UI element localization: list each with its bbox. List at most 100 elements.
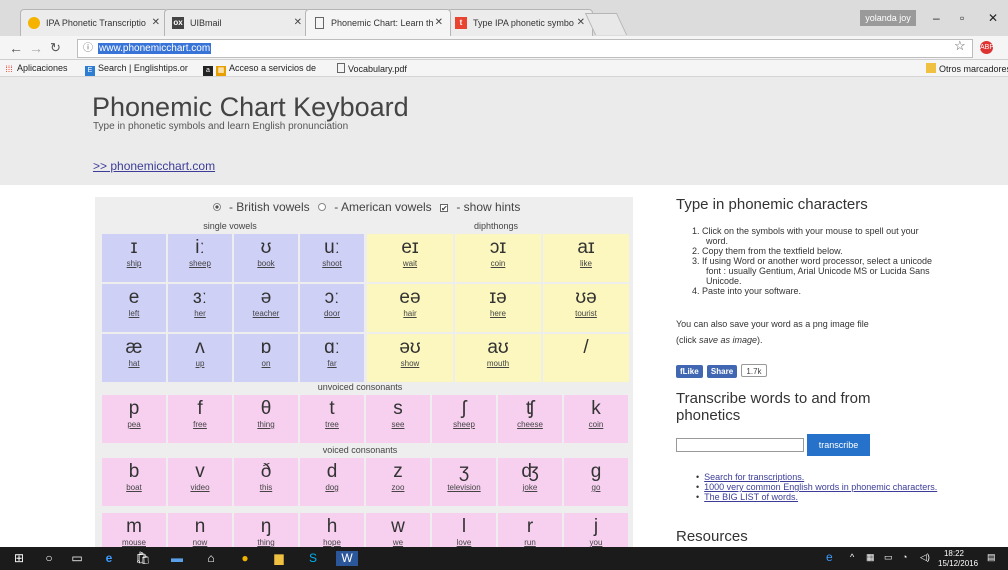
consonant-key[interactable]: r run [498,513,562,547]
consonant-key[interactable]: ŋ thing [234,513,298,547]
vowel-key[interactable]: ɪ ship [102,234,166,282]
consonant-key[interactable]: p pea [102,395,166,443]
transcribe-input[interactable] [676,438,804,452]
consonant-key[interactable]: ʒ television [432,458,496,506]
store-icon[interactable]: 🛍 [132,551,154,566]
british-radio[interactable] [212,203,221,211]
diphthong-key[interactable]: ɔɪ coin [455,234,541,282]
transcribe-button[interactable]: transcribe [807,434,870,456]
vowel-key[interactable]: ʊ book [234,234,298,282]
tab-phonemic-chart[interactable]: Phonemic Chart: Learn th ✕ [305,9,451,36]
tab-ipa-transcription[interactable]: IPA Phonetic Transcriptio ✕ [20,9,168,36]
bookmark-apps[interactable]: ⁞⁞⁞ Aplicaciones [4,63,67,74]
info-icon[interactable]: ⓘ [83,43,93,54]
vowel-key[interactable]: ə teacher [234,284,298,332]
american-radio[interactable] [317,203,326,211]
diphthong-key[interactable]: əʊ show [367,334,453,382]
battery-icon[interactable]: ▭ [884,552,893,563]
diphthong-key[interactable]: / [543,334,629,382]
diphthong-key[interactable]: aʊ mouth [455,334,541,382]
forward-icon[interactable]: → [29,40,43,56]
consonant-key[interactable]: l love [432,513,496,547]
vowel-key[interactable]: ɜː her [168,284,232,332]
minimize-icon[interactable]: – [933,11,940,25]
bookmark-acceso[interactable]: a ▦ Acceso a servicios de [203,63,316,76]
back-icon[interactable]: ← [9,40,23,56]
consonant-key[interactable]: j you [564,513,628,547]
consonant-key[interactable]: h hope [300,513,364,547]
close-icon[interactable]: ✕ [577,10,585,36]
close-icon[interactable]: ✕ [152,10,160,36]
profile-button[interactable]: yolanda joy [860,10,916,26]
vowel-key[interactable]: uː shoot [300,234,364,282]
vowel-key[interactable]: ɑː far [300,334,364,382]
extension-icon[interactable]: ABP [980,41,994,54]
facebook-share-button[interactable]: Share [706,365,738,378]
consonant-key[interactable]: k coin [564,395,628,443]
url-text[interactable]: www.phonemicchart.com [98,43,212,54]
edge-icon[interactable]: e [98,551,120,566]
vowel-key[interactable]: e left [102,284,166,332]
big-list-link[interactable]: The BIG LIST of words. [704,492,798,502]
diphthong-key[interactable]: eə hair [367,284,453,332]
volume-icon[interactable]: ◁) [920,552,930,563]
common-words-link[interactable]: 1000 very common English words in phonem… [704,482,937,492]
monitor-icon[interactable]: ▬ [166,551,188,566]
consonant-key[interactable]: f free [168,395,232,443]
network-icon[interactable]: ▦ [866,552,875,563]
diphthong-key[interactable]: ʊə tourist [543,284,629,332]
close-icon[interactable]: ✕ [294,10,302,36]
consonant-key[interactable]: n now [168,513,232,547]
bookmark-star-icon[interactable]: ☆ [954,38,966,54]
search-transcriptions-link[interactable]: Search for transcriptions. [704,472,804,482]
wifi-icon[interactable]: ◔ [902,552,907,562]
diphthong-key[interactable]: aɪ like [543,234,629,282]
home-link[interactable]: >> phonemicchart.com [93,159,215,173]
consonant-key[interactable]: w we [366,513,430,547]
home-icon[interactable]: ⌂ [200,551,222,566]
vowel-key[interactable]: ɔː door [300,284,364,332]
consonant-key[interactable]: g go [564,458,628,506]
consonant-key[interactable]: d dog [300,458,364,506]
consonant-key[interactable]: ʃ sheep [432,395,496,443]
word-icon[interactable]: W [336,551,358,566]
task-view-icon[interactable]: ▭ [68,551,86,566]
close-window-icon[interactable]: ✕ [988,11,998,25]
tab-uibmail[interactable]: ox UIBmail ✕ [164,9,310,36]
bookmark-vocabulary[interactable]: Vocabulary.pdf [337,63,407,74]
restore-icon[interactable]: ▫ [960,11,964,25]
reload-icon[interactable]: ↻ [50,40,61,56]
consonant-key[interactable]: ð this [234,458,298,506]
consonant-key[interactable]: t tree [300,395,364,443]
diphthong-key[interactable]: ɪə here [455,284,541,332]
diphthong-key[interactable]: eɪ wait [367,234,453,282]
close-icon[interactable]: ✕ [435,10,443,36]
clock[interactable]: 18:22 15/12/2016 [938,549,978,569]
ie-icon[interactable]: e [826,550,833,564]
tab-type-ipa[interactable]: t Type IPA phonetic symbo ✕ [447,9,593,36]
skype-icon[interactable]: S [302,551,324,566]
consonant-key[interactable]: m mouse [102,513,166,547]
consonant-key[interactable]: s see [366,395,430,443]
tray-arrow-icon[interactable]: ^ [850,552,854,562]
search-icon[interactable]: ○ [40,551,58,566]
notification-icon[interactable]: ▤ [987,552,996,563]
file-explorer-icon[interactable]: ▆ [268,551,290,566]
chrome-icon[interactable]: ● [234,551,256,566]
consonant-key[interactable]: v video [168,458,232,506]
vowel-key[interactable]: iː sheep [168,234,232,282]
vowel-key[interactable]: ɒ on [234,334,298,382]
facebook-like-button[interactable]: f Like [676,365,703,378]
consonant-key[interactable]: ʤ joke [498,458,562,506]
vowel-key[interactable]: ʌ up [168,334,232,382]
windows-start-icon[interactable]: ⊞ [10,551,28,566]
vowel-key[interactable]: æ hat [102,334,166,382]
bookmark-englishtips[interactable]: E Search | Englishtips.or [85,63,188,76]
consonant-key[interactable]: ʧ cheese [498,395,562,443]
consonant-key[interactable]: b boat [102,458,166,506]
bookmark-other[interactable]: Otros marcadores [926,63,1008,74]
consonant-key[interactable]: θ thing [234,395,298,443]
hints-checkbox[interactable]: ✔ [440,204,449,213]
address-bar[interactable]: ⓘ www.phonemicchart.com [77,39,973,58]
consonant-key[interactable]: z zoo [366,458,430,506]
